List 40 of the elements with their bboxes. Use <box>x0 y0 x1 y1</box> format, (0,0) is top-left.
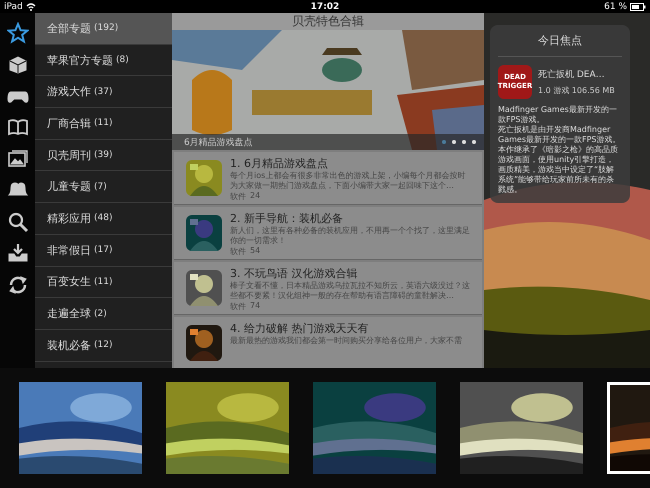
article-description: 新人们，这里有各种必备的装机应用，不用再一个个找了，这里满足你的一切需求！ <box>230 226 471 246</box>
article-description: 每个月ios上都会有很多非常出色的游戏上架，小编每个月都会按时为大家做一期热门游戏盘点，下面小编带大家一起回味下这个… <box>230 171 466 191</box>
battery-icon <box>630 2 646 10</box>
article-card[interactable]: 4. 给力破解 热门游戏天天有 最新最热的游戏我们都会第一时间购买分享给各位用户，大家不需 <box>174 317 482 368</box>
banner-caption: 6月精品游戏盘点 <box>184 136 253 148</box>
app-description: 死亡扳机是由开发商Madfinger Games最新开发的一款FPS游戏。本作继承了《暗影之枪》的高品质游戏画面，使用unity引擎打造，画质精美，游戏当中设定了“肢解系统”能够带给玩家前所未有的杀戮感。 <box>498 125 622 195</box>
focus-title: 今日焦点 <box>498 25 622 57</box>
app-description: Madfinger Games最新开发的一款FPS游戏。 <box>498 105 618 125</box>
page-dot[interactable] <box>452 140 456 144</box>
search-icon[interactable] <box>6 210 28 233</box>
article-count: 54 <box>250 246 260 257</box>
article-category: 软件 <box>230 301 246 312</box>
clock-time: 17:02 <box>310 2 340 12</box>
article-title: 1. 6月精品游戏盘点 <box>230 156 329 171</box>
inbox-icon[interactable] <box>6 242 28 264</box>
device-name: iPad <box>4 2 23 12</box>
battery-percent: 61 % <box>604 2 627 12</box>
article-description: 棒子文看不懂，日本精品游戏乌拉瓦拉不知所云，英语六级没过？这些都不要紧！汉化组神一般的存在帮助有语言障碍的童鞋解决… <box>230 281 471 301</box>
article-card[interactable]: 2. 新手导航：装机必备 新人们，这里有各种必备的装机应用，不用再一个个找了，这里满足你的一切需求！ 软件 54 <box>174 207 482 260</box>
panel-title: 贝壳特色合辑 <box>172 13 484 30</box>
article-title: 2. 新手导航：装机必备 <box>230 211 344 226</box>
category-item[interactable]: 全部专题 (192) <box>35 13 172 45</box>
page-dot[interactable] <box>472 140 476 144</box>
article-category: 软件 <box>230 246 246 257</box>
page-dot[interactable] <box>462 140 466 144</box>
refresh-icon[interactable] <box>6 274 28 296</box>
photos-icon[interactable] <box>6 148 28 170</box>
article-title: 4. 给力破解 热门游戏天天有 <box>230 321 370 336</box>
page-dot[interactable] <box>442 140 446 144</box>
article-card[interactable]: 1. 6月精品游戏盘点 每个月ios上都会有很多非常出色的游戏上架，小编每个月都会按时为大家做一期热门游戏盘点，下面小编带大家一起回味下这个… 软件 24 <box>174 152 482 205</box>
article-category: 软件 <box>230 191 246 202</box>
article-count: 24 <box>250 191 260 202</box>
article-card[interactable]: 3. 不玩鸟语 汉化游戏合辑 棒子文看不懂，日本精品游戏乌拉瓦拉不知所云，英语六级没过？这些都不要紧！汉化组神一般的存在帮助有语言障碍的童鞋解决… 软件 74 <box>174 262 482 315</box>
app-meta: 1.0 游戏 106.56 MB <box>538 85 615 96</box>
article-title: 3. 不玩鸟语 汉化游戏合辑 <box>230 266 358 281</box>
article-description: 最新最热的游戏我们都会第一时间购买分享给各位用户，大家不需 <box>230 336 462 346</box>
star-icon[interactable] <box>6 22 28 44</box>
app-name: 死亡扳机 DEA… <box>538 68 606 81</box>
wifi-icon <box>26 2 36 10</box>
article-count: 74 <box>250 301 260 312</box>
